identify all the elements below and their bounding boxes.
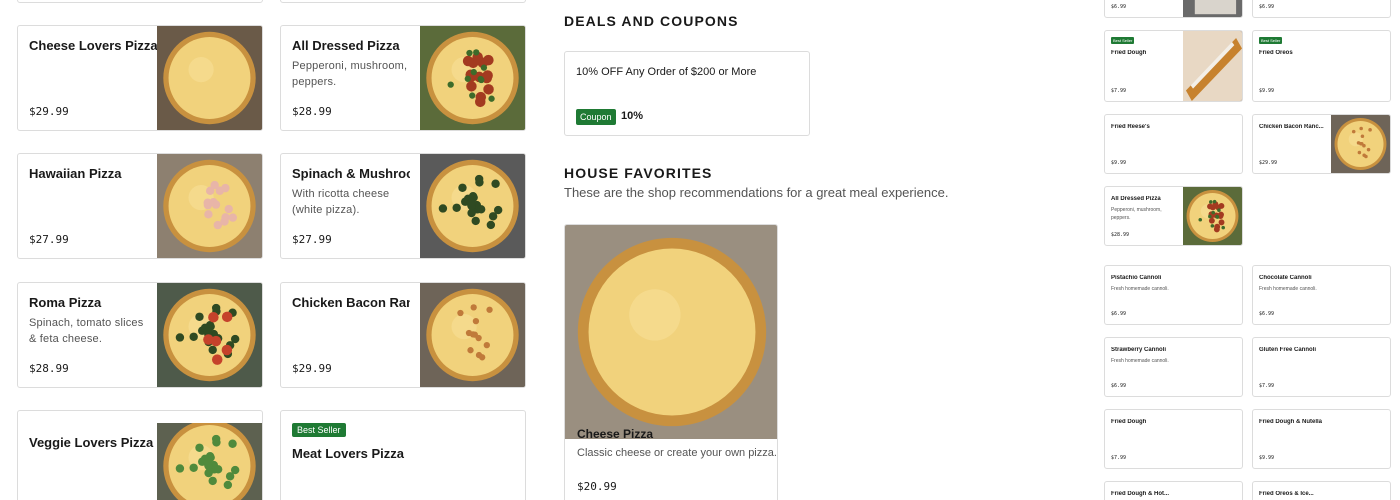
sidebar-item-name: All Dressed Pizza (1111, 196, 1161, 202)
coupon-card[interactable]: 10% OFF Any Order of $200 or More Coupon… (564, 51, 810, 136)
best-seller-badge: Best Seller (1111, 37, 1135, 44)
sidebar-item-image (1183, 0, 1242, 17)
sidebar-item-price: $6.99 (1111, 4, 1127, 10)
sidebar-item-card[interactable]: Fried Dough & Hot... (1104, 481, 1243, 500)
sidebar-item-name: Fried Dough & Hot... (1111, 491, 1169, 497)
sidebar-item-name: Fried Dough (1111, 50, 1147, 56)
sidebar-item-name: Fried Oreos (1259, 50, 1293, 56)
sidebar-item-price: $6.99 (1111, 311, 1127, 317)
sidebar-item-name: Fried Oreos & Ice... (1259, 491, 1314, 497)
sidebar-item-price: $6.99 (1111, 383, 1127, 389)
featured-pizza-image (565, 225, 777, 439)
best-seller-badge: Best Seller (1259, 37, 1283, 44)
sidebar-item-card[interactable]: All Dressed Pizza Pepperoni, mushroom, pe… (1104, 186, 1243, 246)
item-name: Meat Lovers Pizza (292, 446, 404, 461)
sidebar-item-description: Fresh homemade cannoli. (1111, 286, 1169, 292)
sidebar-item-price: $6.99 (1259, 311, 1275, 317)
item-price: $28.99 (292, 105, 332, 118)
sidebar-item-price: $7.99 (1111, 455, 1127, 461)
sidebar-item-card[interactable]: $6.99 (1252, 0, 1391, 18)
featured-description: Classic cheese or create your own pizza. (577, 447, 777, 459)
sidebar-item-price: $9.99 (1259, 88, 1275, 94)
item-price: $27.99 (292, 233, 332, 246)
sidebar-item-name: Fried Dough & Nutella (1259, 419, 1322, 425)
sidebar-item-price: $29.99 (1259, 160, 1278, 166)
pizza-image (157, 154, 262, 258)
sidebar-item-card[interactable]: Fried Reese's $9.99 (1104, 114, 1243, 174)
sidebar-item-description: Pepperoni, mushroom, peppers. (1111, 207, 1162, 221)
pizza-image (420, 283, 525, 387)
sidebar-item-name: Chocolate Cannoli (1259, 275, 1312, 281)
sidebar-item-card[interactable]: Fried Oreos & Ice... (1252, 481, 1391, 500)
coupon-value: 10% (621, 110, 644, 122)
menu-card[interactable]: Hawaiian Pizza $27.99 (17, 153, 263, 259)
item-name: Veggie Lovers Pizza (29, 435, 154, 450)
sidebar-item-price: $6.99 (1259, 4, 1275, 10)
sidebar-item-name: Fried Reese's (1111, 124, 1150, 130)
item-description: Spinach, tomato slices & feta cheese. (29, 317, 144, 345)
sidebar-item-image (1183, 187, 1242, 245)
sidebar-item-name: Pistachio Cannoli (1111, 275, 1162, 281)
sidebar-item-card[interactable]: Chocolate Cannoli Fresh homemade cannoli.… (1252, 265, 1391, 325)
item-price: $29.99 (29, 105, 69, 118)
menu-card[interactable]: Best Seller Meat Lovers Pizza (280, 410, 526, 500)
menu-card[interactable]: Chicken Bacon Ranch $29.99 (280, 282, 526, 388)
pizza-image (420, 154, 525, 258)
sidebar-item-name: Chicken Bacon Ranc... (1259, 124, 1324, 130)
item-description: Pepperoni, mushroom, peppers. (292, 60, 408, 88)
sidebar-item-card[interactable]: Fried Dough $7.99 (1104, 409, 1243, 469)
deals-heading: DEALS AND COUPONS (564, 13, 739, 29)
item-name: Roma Pizza (29, 295, 102, 310)
sidebar-item-card[interactable]: Best Seller Fried Oreos $9.99 (1252, 30, 1391, 102)
menu-card[interactable]: Spinach & Mushroom With ricotta cheese (… (280, 153, 526, 259)
sidebar-item-price: $7.99 (1111, 88, 1127, 94)
favorites-subtitle: These are the shop recommendations for a… (564, 185, 949, 200)
menu-card-partial-2[interactable] (280, 0, 526, 3)
menu-card-partial-1[interactable] (17, 0, 263, 3)
coupon-badge: Coupon (576, 109, 616, 125)
item-price: $29.99 (292, 362, 332, 375)
item-name: Hawaiian Pizza (29, 166, 122, 181)
featured-price: $20.99 (577, 480, 617, 493)
sidebar-item-card[interactable]: $6.99 (1104, 0, 1243, 18)
favorites-heading: HOUSE FAVORITES (564, 165, 713, 181)
sidebar-item-name: Fried Dough (1111, 419, 1147, 425)
sidebar-item-price: $9.99 (1111, 160, 1127, 166)
sidebar-item-image (1183, 31, 1242, 101)
sidebar-item-card[interactable]: Gluten Free Cannoli $7.99 (1252, 337, 1391, 397)
sidebar-item-name: Strawberry Cannoli (1111, 347, 1167, 353)
item-name: All Dressed Pizza (292, 38, 400, 53)
item-description: With ricotta cheese (white pizza). (292, 188, 390, 216)
menu-card[interactable]: Cheese Lovers Pizza $29.99 (17, 25, 263, 131)
sidebar-item-card[interactable]: Pistachio Cannoli Fresh homemade cannoli.… (1104, 265, 1243, 325)
sidebar-item-name: Gluten Free Cannoli (1259, 347, 1317, 353)
pizza-image (157, 283, 262, 387)
featured-name: Cheese Pizza (577, 427, 654, 441)
menu-card[interactable]: Veggie Lovers Pizza (17, 410, 263, 500)
pizza-image (420, 26, 525, 130)
pizza-image (157, 26, 262, 130)
coupon-text: 10% OFF Any Order of $200 or More (576, 66, 757, 78)
menu-card[interactable]: Roma Pizza Spinach, tomato slices & feta… (17, 282, 263, 388)
sidebar-item-price: $9.99 (1259, 455, 1275, 461)
best-seller-badge: Best Seller (292, 423, 346, 437)
sidebar-item-description: Fresh homemade cannoli. (1111, 358, 1169, 364)
sidebar-item-card[interactable]: Fried Dough & Nutella $9.99 (1252, 409, 1391, 469)
pizza-image (157, 423, 262, 500)
item-price: $28.99 (29, 362, 69, 375)
sidebar-item-price: $7.99 (1259, 383, 1275, 389)
item-name: Spinach & Mushroom (292, 166, 410, 181)
item-name: Chicken Bacon Ranch (292, 295, 410, 310)
sidebar-item-image (1331, 115, 1390, 173)
menu-card[interactable]: All Dressed Pizza Pepperoni, mushroom, p… (280, 25, 526, 131)
sidebar-item-price: $28.99 (1111, 232, 1130, 238)
sidebar-item-card[interactable]: Best Seller Fried Dough $7.99 (1104, 30, 1243, 102)
item-name: Cheese Lovers Pizza (29, 38, 158, 53)
sidebar-item-card[interactable]: Strawberry Cannoli Fresh homemade cannoli… (1104, 337, 1243, 397)
item-price: $27.99 (29, 233, 69, 246)
featured-card[interactable]: Cheese Pizza Classic cheese or create yo… (564, 224, 778, 500)
sidebar-item-description: Fresh homemade cannoli. (1259, 286, 1317, 292)
sidebar-item-card[interactable]: Chicken Bacon Ranc... $29.99 (1252, 114, 1391, 174)
